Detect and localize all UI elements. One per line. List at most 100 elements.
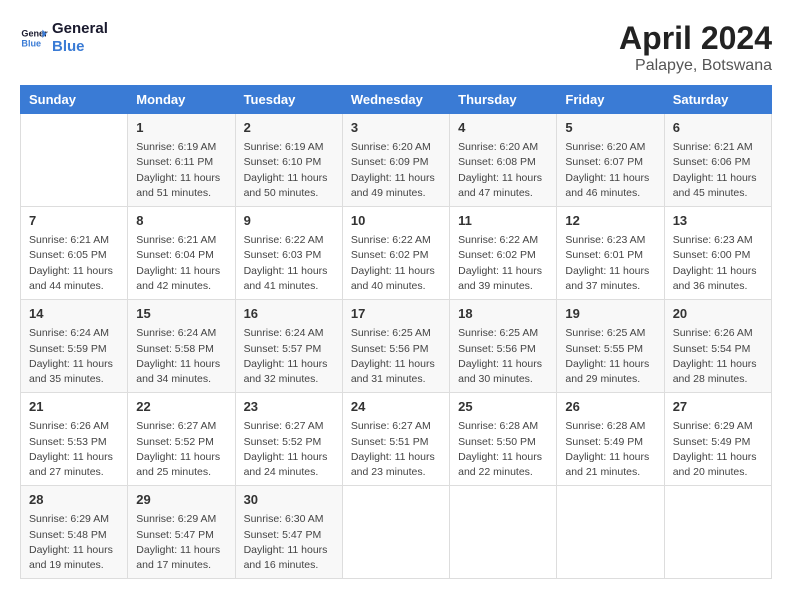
- calendar-cell: [450, 486, 557, 579]
- cell-content: Sunrise: 6:29 AM Sunset: 5:48 PM Dayligh…: [29, 512, 119, 573]
- calendar-cell: [557, 486, 664, 579]
- column-header-wednesday: Wednesday: [342, 86, 449, 114]
- day-number: 24: [351, 398, 441, 416]
- calendar-cell: 2 Sunrise: 6:19 AM Sunset: 6:10 PM Daylig…: [235, 114, 342, 207]
- calendar-cell: 10 Sunrise: 6:22 AM Sunset: 6:02 PM Dayli…: [342, 207, 449, 300]
- day-number: 20: [673, 305, 763, 323]
- calendar-cell: 29Sunrise: 6:29 AM Sunset: 5:47 PM Dayli…: [128, 486, 235, 579]
- cell-content: Sunrise: 6:22 AM Sunset: 6:03 PM Dayligh…: [244, 233, 334, 294]
- day-number: 30: [244, 491, 334, 509]
- calendar-week-row: 1 Sunrise: 6:19 AM Sunset: 6:11 PM Daylig…: [21, 114, 772, 207]
- cell-content: Sunrise: 6:19 AM Sunset: 6:11 PM Dayligh…: [136, 140, 226, 201]
- day-number: 14: [29, 305, 119, 323]
- calendar-cell: 25 Sunrise: 6:28 AM Sunset: 5:50 PM Dayli…: [450, 393, 557, 486]
- cell-content: Sunrise: 6:28 AM Sunset: 5:50 PM Dayligh…: [458, 419, 548, 480]
- day-number: 29: [136, 491, 226, 509]
- day-number: 23: [244, 398, 334, 416]
- day-number: 12: [565, 212, 655, 230]
- calendar-week-row: 7 Sunrise: 6:21 AM Sunset: 6:05 PM Daylig…: [21, 207, 772, 300]
- cell-content: Sunrise: 6:22 AM Sunset: 6:02 PM Dayligh…: [351, 233, 441, 294]
- day-number: 11: [458, 212, 548, 230]
- cell-content: Sunrise: 6:27 AM Sunset: 5:51 PM Dayligh…: [351, 419, 441, 480]
- cell-content: Sunrise: 6:21 AM Sunset: 6:04 PM Dayligh…: [136, 233, 226, 294]
- cell-content: Sunrise: 6:22 AM Sunset: 6:02 PM Dayligh…: [458, 233, 548, 294]
- day-number: 19: [565, 305, 655, 323]
- day-number: 8: [136, 212, 226, 230]
- day-number: 22: [136, 398, 226, 416]
- calendar-cell: 16 Sunrise: 6:24 AM Sunset: 5:57 PM Dayli…: [235, 300, 342, 393]
- day-number: 13: [673, 212, 763, 230]
- day-number: 6: [673, 119, 763, 137]
- cell-content: Sunrise: 6:24 AM Sunset: 5:57 PM Dayligh…: [244, 326, 334, 387]
- calendar-cell: 21 Sunrise: 6:26 AM Sunset: 5:53 PM Dayli…: [21, 393, 128, 486]
- calendar-cell: 12 Sunrise: 6:23 AM Sunset: 6:01 PM Dayli…: [557, 207, 664, 300]
- calendar-week-row: 14 Sunrise: 6:24 AM Sunset: 5:59 PM Dayli…: [21, 300, 772, 393]
- day-number: 2: [244, 119, 334, 137]
- cell-content: Sunrise: 6:25 AM Sunset: 5:55 PM Dayligh…: [565, 326, 655, 387]
- svg-text:Blue: Blue: [21, 38, 41, 48]
- day-number: 10: [351, 212, 441, 230]
- cell-content: Sunrise: 6:30 AM Sunset: 5:47 PM Dayligh…: [244, 512, 334, 573]
- calendar-cell: 19 Sunrise: 6:25 AM Sunset: 5:55 PM Dayli…: [557, 300, 664, 393]
- cell-content: Sunrise: 6:21 AM Sunset: 6:05 PM Dayligh…: [29, 233, 119, 294]
- calendar-cell: 18Sunrise: 6:25 AM Sunset: 5:56 PM Dayli…: [450, 300, 557, 393]
- calendar-cell: 26 Sunrise: 6:28 AM Sunset: 5:49 PM Dayli…: [557, 393, 664, 486]
- column-header-tuesday: Tuesday: [235, 86, 342, 114]
- day-number: 16: [244, 305, 334, 323]
- calendar-cell: 20Sunrise: 6:26 AM Sunset: 5:54 PM Dayli…: [664, 300, 771, 393]
- cell-content: Sunrise: 6:20 AM Sunset: 6:09 PM Dayligh…: [351, 140, 441, 201]
- day-number: 9: [244, 212, 334, 230]
- cell-content: Sunrise: 6:28 AM Sunset: 5:49 PM Dayligh…: [565, 419, 655, 480]
- calendar-cell: [664, 486, 771, 579]
- calendar-cell: 9 Sunrise: 6:22 AM Sunset: 6:03 PM Daylig…: [235, 207, 342, 300]
- cell-content: Sunrise: 6:19 AM Sunset: 6:10 PM Dayligh…: [244, 140, 334, 201]
- logo-icon: General Blue: [20, 24, 48, 52]
- cell-content: Sunrise: 6:23 AM Sunset: 6:01 PM Dayligh…: [565, 233, 655, 294]
- cell-content: Sunrise: 6:26 AM Sunset: 5:53 PM Dayligh…: [29, 419, 119, 480]
- calendar-week-row: 21 Sunrise: 6:26 AM Sunset: 5:53 PM Dayli…: [21, 393, 772, 486]
- calendar-cell: 15 Sunrise: 6:24 AM Sunset: 5:58 PM Dayli…: [128, 300, 235, 393]
- calendar-cell: 14 Sunrise: 6:24 AM Sunset: 5:59 PM Dayli…: [21, 300, 128, 393]
- calendar-cell: 6Sunrise: 6:21 AM Sunset: 6:06 PM Daylig…: [664, 114, 771, 207]
- calendar-cell: 13 Sunrise: 6:23 AM Sunset: 6:00 PM Dayli…: [664, 207, 771, 300]
- day-number: 3: [351, 119, 441, 137]
- day-number: 15: [136, 305, 226, 323]
- cell-content: Sunrise: 6:25 AM Sunset: 5:56 PM Dayligh…: [351, 326, 441, 387]
- title-block: April 2024 Palapye, Botswana: [619, 20, 772, 75]
- calendar-cell: 1 Sunrise: 6:19 AM Sunset: 6:11 PM Daylig…: [128, 114, 235, 207]
- logo: General Blue General Blue: [20, 20, 108, 56]
- calendar-week-row: 28Sunrise: 6:29 AM Sunset: 5:48 PM Dayli…: [21, 486, 772, 579]
- column-header-sunday: Sunday: [21, 86, 128, 114]
- day-number: 1: [136, 119, 226, 137]
- cell-content: Sunrise: 6:23 AM Sunset: 6:00 PM Dayligh…: [673, 233, 763, 294]
- calendar-cell: 24 Sunrise: 6:27 AM Sunset: 5:51 PM Dayli…: [342, 393, 449, 486]
- cell-content: Sunrise: 6:27 AM Sunset: 5:52 PM Dayligh…: [244, 419, 334, 480]
- day-number: 17: [351, 305, 441, 323]
- day-number: 18: [458, 305, 548, 323]
- day-number: 27: [673, 398, 763, 416]
- cell-content: Sunrise: 6:20 AM Sunset: 6:08 PM Dayligh…: [458, 140, 548, 201]
- calendar-cell: 23 Sunrise: 6:27 AM Sunset: 5:52 PM Dayli…: [235, 393, 342, 486]
- calendar-table: SundayMondayTuesdayWednesdayThursdayFrid…: [20, 85, 772, 579]
- day-number: 25: [458, 398, 548, 416]
- calendar-cell: 17 Sunrise: 6:25 AM Sunset: 5:56 PM Dayli…: [342, 300, 449, 393]
- calendar-cell: 27 Sunrise: 6:29 AM Sunset: 5:49 PM Dayli…: [664, 393, 771, 486]
- calendar-cell: 30 Sunrise: 6:30 AM Sunset: 5:47 PM Dayli…: [235, 486, 342, 579]
- day-number: 21: [29, 398, 119, 416]
- cell-content: Sunrise: 6:24 AM Sunset: 5:59 PM Dayligh…: [29, 326, 119, 387]
- column-header-thursday: Thursday: [450, 86, 557, 114]
- calendar-cell: [342, 486, 449, 579]
- page-header: General Blue General Blue April 2024 Pal…: [20, 20, 772, 75]
- day-number: 7: [29, 212, 119, 230]
- column-header-monday: Monday: [128, 86, 235, 114]
- calendar-cell: [21, 114, 128, 207]
- day-number: 4: [458, 119, 548, 137]
- calendar-cell: 28Sunrise: 6:29 AM Sunset: 5:48 PM Dayli…: [21, 486, 128, 579]
- column-header-friday: Friday: [557, 86, 664, 114]
- cell-content: Sunrise: 6:24 AM Sunset: 5:58 PM Dayligh…: [136, 326, 226, 387]
- day-number: 5: [565, 119, 655, 137]
- cell-content: Sunrise: 6:20 AM Sunset: 6:07 PM Dayligh…: [565, 140, 655, 201]
- day-number: 26: [565, 398, 655, 416]
- calendar-cell: 5 Sunrise: 6:20 AM Sunset: 6:07 PM Daylig…: [557, 114, 664, 207]
- cell-content: Sunrise: 6:29 AM Sunset: 5:49 PM Dayligh…: [673, 419, 763, 480]
